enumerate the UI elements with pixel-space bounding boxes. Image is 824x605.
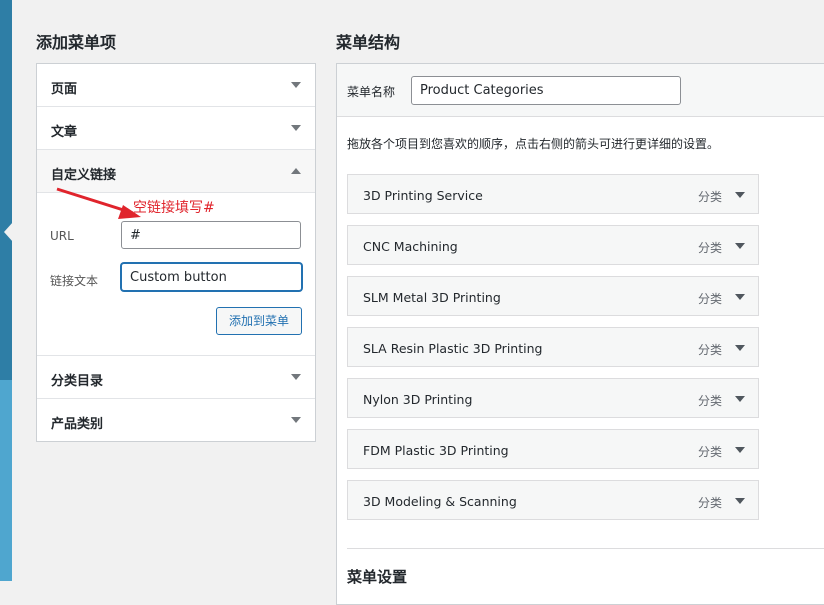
- menu-item-title: SLM Metal 3D Printing: [363, 290, 501, 305]
- menu-item[interactable]: Nylon 3D Printing 分类: [347, 378, 759, 418]
- accordion-section-categories[interactable]: 分类目录: [37, 356, 315, 399]
- menu-item[interactable]: FDM Plastic 3D Printing 分类: [347, 429, 759, 469]
- annotation-text: 空链接填写#: [133, 200, 215, 216]
- add-menu-items-accordion: 页面 文章 自定义链接 空链接填写# URL # 链接文本 Custom but…: [36, 63, 316, 442]
- expand-arrow-icon[interactable]: [735, 498, 745, 504]
- accordion-title: 自定义链接: [51, 168, 117, 183]
- add-to-menu-button[interactable]: 添加到菜单: [216, 307, 302, 335]
- menu-item-type: 分类: [697, 241, 722, 255]
- divider: [347, 548, 824, 549]
- caret-down-icon: [291, 417, 301, 423]
- menu-name-bar: 菜单名称 Product Categories: [337, 64, 824, 117]
- accordion-section-product-categories[interactable]: 产品类别: [37, 399, 315, 441]
- menu-name-label: 菜单名称: [347, 85, 396, 99]
- active-menu-pointer: [4, 222, 13, 242]
- expand-arrow-icon[interactable]: [735, 396, 745, 402]
- accordion-title: 产品类别: [51, 417, 104, 432]
- menu-item-title: FDM Plastic 3D Printing: [363, 443, 509, 458]
- menu-item-type: 分类: [697, 496, 722, 510]
- accordion-title: 分类目录: [51, 374, 104, 389]
- link-text-label: 链接文本: [50, 274, 99, 288]
- menu-item-type: 分类: [697, 190, 722, 204]
- menu-item[interactable]: 3D Printing Service 分类: [347, 174, 759, 214]
- menu-structure-panel: 菜单名称 Product Categories 拖放各个项目到您喜欢的顺序，点击…: [336, 63, 824, 605]
- expand-arrow-icon[interactable]: [735, 345, 745, 351]
- caret-up-icon: [291, 168, 301, 174]
- expand-arrow-icon[interactable]: [735, 192, 745, 198]
- caret-down-icon: [291, 374, 301, 380]
- menu-item-title: 3D Modeling & Scanning: [363, 494, 517, 509]
- menu-settings-heading: 菜单设置: [347, 568, 408, 586]
- menu-item-title: Nylon 3D Printing: [363, 392, 473, 407]
- link-text-input[interactable]: Custom button: [121, 263, 302, 291]
- menu-item-title: SLA Resin Plastic 3D Printing: [363, 341, 543, 356]
- admin-sidebar-active: [0, 0, 12, 380]
- accordion-section-posts[interactable]: 文章: [37, 107, 315, 150]
- menu-item-type: 分类: [697, 445, 722, 459]
- menu-item[interactable]: 3D Modeling & Scanning 分类: [347, 480, 759, 520]
- menu-item[interactable]: SLM Metal 3D Printing 分类: [347, 276, 759, 316]
- menu-item[interactable]: SLA Resin Plastic 3D Printing 分类: [347, 327, 759, 367]
- accordion-title: 页面: [51, 82, 78, 97]
- custom-links-panel: 空链接填写# URL # 链接文本 Custom button 添加到菜单: [37, 187, 315, 356]
- menu-item-title: 3D Printing Service: [363, 188, 483, 203]
- menu-structure-heading: 菜单结构: [336, 33, 401, 52]
- expand-arrow-icon[interactable]: [735, 294, 745, 300]
- expand-arrow-icon[interactable]: [735, 447, 745, 453]
- expand-arrow-icon[interactable]: [735, 243, 745, 249]
- caret-down-icon: [291, 125, 301, 131]
- caret-down-icon: [291, 82, 301, 88]
- menu-item-type: 分类: [697, 394, 722, 408]
- accordion-title: 文章: [51, 125, 78, 140]
- menu-item-type: 分类: [697, 343, 722, 357]
- menu-name-input[interactable]: Product Categories: [411, 76, 681, 105]
- add-menu-items-heading: 添加菜单项: [36, 33, 117, 52]
- menu-item-title: CNC Machining: [363, 239, 458, 254]
- url-label: URL: [50, 229, 74, 243]
- drag-instructions: 拖放各个项目到您喜欢的顺序，点击右侧的箭头可进行更详细的设置。: [347, 137, 720, 151]
- menu-item[interactable]: CNC Machining 分类: [347, 225, 759, 265]
- url-input[interactable]: #: [121, 221, 301, 249]
- accordion-section-pages[interactable]: 页面: [37, 64, 315, 107]
- admin-sidebar-strip: [0, 0, 13, 581]
- menu-item-type: 分类: [697, 292, 722, 306]
